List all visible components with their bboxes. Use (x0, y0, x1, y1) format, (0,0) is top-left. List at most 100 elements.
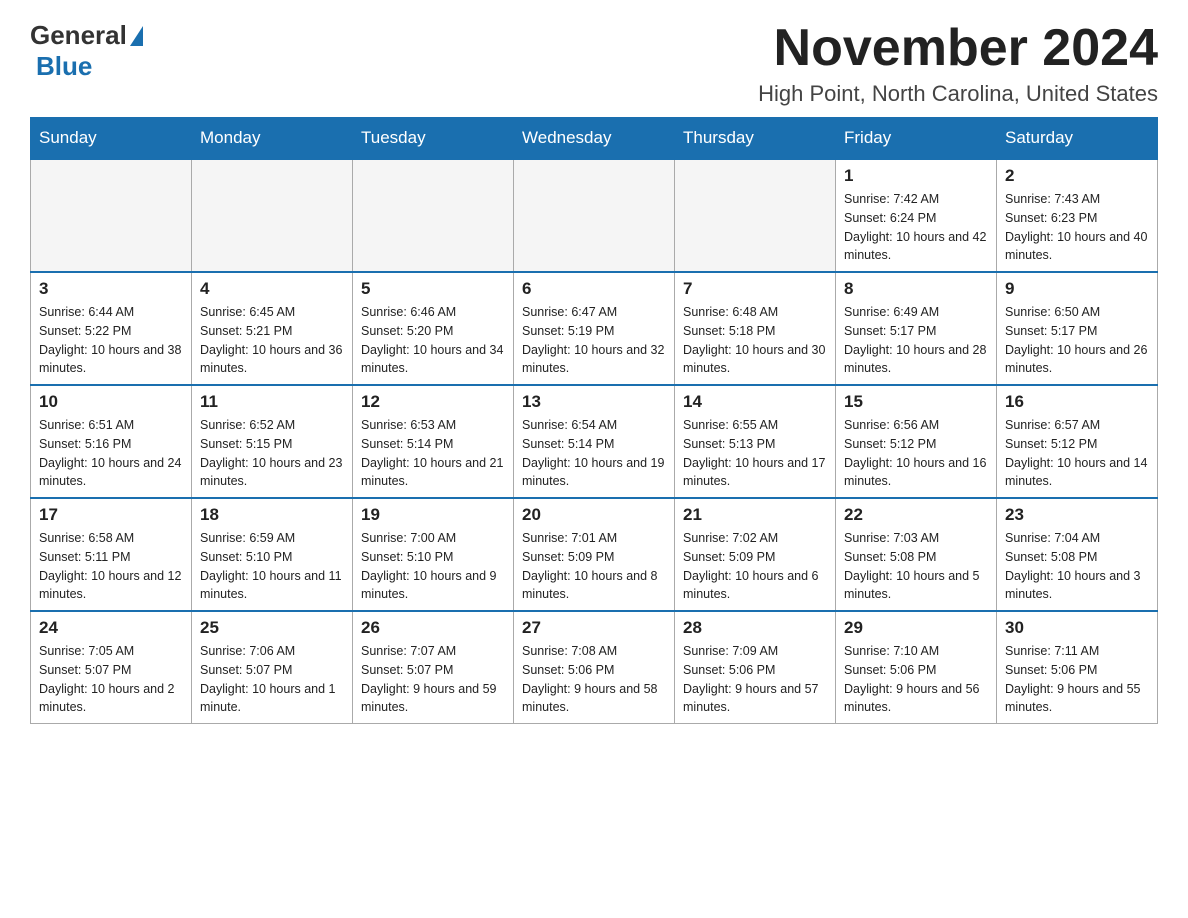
day-number: 22 (844, 505, 988, 525)
title-block: November 2024 High Point, North Carolina… (758, 20, 1158, 107)
day-number: 5 (361, 279, 505, 299)
calendar-cell-w2-d2: 12 Sunrise: 6:53 AMSunset: 5:14 PMDayligh… (353, 385, 514, 498)
day-number: 13 (522, 392, 666, 412)
day-info: Sunrise: 6:53 AMSunset: 5:14 PMDaylight:… (361, 416, 505, 491)
day-info: Sunrise: 6:47 AMSunset: 5:19 PMDaylight:… (522, 303, 666, 378)
calendar-cell-w3-d5: 22 Sunrise: 7:03 AMSunset: 5:08 PMDayligh… (836, 498, 997, 611)
calendar-cell-w0-d0 (31, 159, 192, 272)
week-row-4: 24Sunrise: 7:05 AMSunset: 5:07 PMDayligh… (31, 611, 1158, 724)
calendar: SundayMondayTuesdayWednesdayThursdayFrid… (30, 117, 1158, 724)
day-number: 1 (844, 166, 988, 186)
day-number: 20 (522, 505, 666, 525)
day-info: Sunrise: 6:51 AMSunset: 5:16 PMDaylight:… (39, 416, 183, 491)
calendar-cell-w3-d1: 18Sunrise: 6:59 AMSunset: 5:10 PMDayligh… (192, 498, 353, 611)
calendar-cell-w1-d5: 8 Sunrise: 6:49 AMSunset: 5:17 PMDaylight… (836, 272, 997, 385)
day-number: 8 (844, 279, 988, 299)
logo-text-blue: Blue (36, 51, 92, 81)
day-info: Sunrise: 7:07 AMSunset: 5:07 PMDaylight:… (361, 642, 505, 717)
day-info: Sunrise: 6:46 AMSunset: 5:20 PMDaylight:… (361, 303, 505, 378)
day-info: Sunrise: 7:02 AMSunset: 5:09 PMDaylight:… (683, 529, 827, 604)
day-number: 28 (683, 618, 827, 638)
day-info: Sunrise: 7:00 AMSunset: 5:10 PMDaylight:… (361, 529, 505, 604)
day-info: Sunrise: 7:42 AMSunset: 6:24 PMDaylight:… (844, 190, 988, 265)
calendar-cell-w1-d6: 9 Sunrise: 6:50 AMSunset: 5:17 PMDaylight… (997, 272, 1158, 385)
location-title: High Point, North Carolina, United State… (758, 81, 1158, 107)
calendar-cell-w1-d4: 7 Sunrise: 6:48 AMSunset: 5:18 PMDaylight… (675, 272, 836, 385)
calendar-cell-w0-d3 (514, 159, 675, 272)
day-number: 21 (683, 505, 827, 525)
day-info: Sunrise: 7:43 AMSunset: 6:23 PMDaylight:… (1005, 190, 1149, 265)
day-info: Sunrise: 7:10 AMSunset: 5:06 PMDaylight:… (844, 642, 988, 717)
calendar-cell-w2-d5: 15 Sunrise: 6:56 AMSunset: 5:12 PMDayligh… (836, 385, 997, 498)
logo: General Blue (30, 20, 143, 82)
calendar-cell-w1-d2: 5 Sunrise: 6:46 AMSunset: 5:20 PMDaylight… (353, 272, 514, 385)
calendar-cell-w4-d5: 29 Sunrise: 7:10 AMSunset: 5:06 PMDayligh… (836, 611, 997, 724)
day-number: 14 (683, 392, 827, 412)
calendar-cell-w2-d4: 14 Sunrise: 6:55 AMSunset: 5:13 PMDayligh… (675, 385, 836, 498)
header-thursday: Thursday (675, 118, 836, 160)
calendar-cell-w4-d3: 27 Sunrise: 7:08 AMSunset: 5:06 PMDayligh… (514, 611, 675, 724)
day-number: 17 (39, 505, 183, 525)
calendar-cell-w4-d0: 24Sunrise: 7:05 AMSunset: 5:07 PMDayligh… (31, 611, 192, 724)
day-info: Sunrise: 6:48 AMSunset: 5:18 PMDaylight:… (683, 303, 827, 378)
day-info: Sunrise: 6:55 AMSunset: 5:13 PMDaylight:… (683, 416, 827, 491)
calendar-cell-w1-d3: 6 Sunrise: 6:47 AMSunset: 5:19 PMDaylight… (514, 272, 675, 385)
calendar-cell-w0-d4 (675, 159, 836, 272)
header-tuesday: Tuesday (353, 118, 514, 160)
calendar-cell-w3-d0: 17 Sunrise: 6:58 AMSunset: 5:11 PMDayligh… (31, 498, 192, 611)
day-info: Sunrise: 6:54 AMSunset: 5:14 PMDaylight:… (522, 416, 666, 491)
calendar-cell-w3-d3: 20Sunrise: 7:01 AMSunset: 5:09 PMDayligh… (514, 498, 675, 611)
calendar-cell-w3-d6: 23 Sunrise: 7:04 AMSunset: 5:08 PMDayligh… (997, 498, 1158, 611)
calendar-cell-w2-d6: 16 Sunrise: 6:57 AMSunset: 5:12 PMDayligh… (997, 385, 1158, 498)
day-number: 4 (200, 279, 344, 299)
day-number: 6 (522, 279, 666, 299)
header-monday: Monday (192, 118, 353, 160)
day-number: 30 (1005, 618, 1149, 638)
calendar-cell-w3-d4: 21 Sunrise: 7:02 AMSunset: 5:09 PMDayligh… (675, 498, 836, 611)
day-info: Sunrise: 6:45 AMSunset: 5:21 PMDaylight:… (200, 303, 344, 378)
day-number: 15 (844, 392, 988, 412)
day-number: 7 (683, 279, 827, 299)
day-info: Sunrise: 7:04 AMSunset: 5:08 PMDaylight:… (1005, 529, 1149, 604)
day-info: Sunrise: 6:52 AMSunset: 5:15 PMDaylight:… (200, 416, 344, 491)
day-info: Sunrise: 6:58 AMSunset: 5:11 PMDaylight:… (39, 529, 183, 604)
day-number: 27 (522, 618, 666, 638)
calendar-cell-w2-d0: 10 Sunrise: 6:51 AMSunset: 5:16 PMDayligh… (31, 385, 192, 498)
month-title: November 2024 (758, 20, 1158, 77)
day-number: 2 (1005, 166, 1149, 186)
day-number: 25 (200, 618, 344, 638)
calendar-cell-w2-d3: 13 Sunrise: 6:54 AMSunset: 5:14 PMDayligh… (514, 385, 675, 498)
day-number: 3 (39, 279, 183, 299)
calendar-cell-w3-d2: 19 Sunrise: 7:00 AMSunset: 5:10 PMDayligh… (353, 498, 514, 611)
day-number: 19 (361, 505, 505, 525)
day-info: Sunrise: 6:44 AMSunset: 5:22 PMDaylight:… (39, 303, 183, 378)
day-number: 9 (1005, 279, 1149, 299)
day-info: Sunrise: 6:57 AMSunset: 5:12 PMDaylight:… (1005, 416, 1149, 491)
day-info: Sunrise: 7:05 AMSunset: 5:07 PMDaylight:… (39, 642, 183, 717)
calendar-cell-w4-d6: 30 Sunrise: 7:11 AMSunset: 5:06 PMDayligh… (997, 611, 1158, 724)
day-number: 29 (844, 618, 988, 638)
day-number: 12 (361, 392, 505, 412)
calendar-cell-w2-d1: 11Sunrise: 6:52 AMSunset: 5:15 PMDayligh… (192, 385, 353, 498)
day-number: 10 (39, 392, 183, 412)
day-number: 23 (1005, 505, 1149, 525)
day-number: 18 (200, 505, 344, 525)
day-info: Sunrise: 6:56 AMSunset: 5:12 PMDaylight:… (844, 416, 988, 491)
day-number: 26 (361, 618, 505, 638)
calendar-cell-w1-d0: 3 Sunrise: 6:44 AMSunset: 5:22 PMDaylight… (31, 272, 192, 385)
week-row-3: 17 Sunrise: 6:58 AMSunset: 5:11 PMDayligh… (31, 498, 1158, 611)
week-row-0: 1 Sunrise: 7:42 AMSunset: 6:24 PMDaylight… (31, 159, 1158, 272)
day-info: Sunrise: 6:50 AMSunset: 5:17 PMDaylight:… (1005, 303, 1149, 378)
calendar-cell-w0-d1 (192, 159, 353, 272)
calendar-cell-w0-d2 (353, 159, 514, 272)
calendar-cell-w0-d6: 2 Sunrise: 7:43 AMSunset: 6:23 PMDaylight… (997, 159, 1158, 272)
day-info: Sunrise: 6:49 AMSunset: 5:17 PMDaylight:… (844, 303, 988, 378)
page-header: General Blue November 2024 High Point, N… (30, 20, 1158, 107)
day-info: Sunrise: 7:03 AMSunset: 5:08 PMDaylight:… (844, 529, 988, 604)
day-info: Sunrise: 7:08 AMSunset: 5:06 PMDaylight:… (522, 642, 666, 717)
day-number: 16 (1005, 392, 1149, 412)
header-friday: Friday (836, 118, 997, 160)
day-info: Sunrise: 7:09 AMSunset: 5:06 PMDaylight:… (683, 642, 827, 717)
week-row-1: 3 Sunrise: 6:44 AMSunset: 5:22 PMDaylight… (31, 272, 1158, 385)
day-info: Sunrise: 7:11 AMSunset: 5:06 PMDaylight:… (1005, 642, 1149, 717)
